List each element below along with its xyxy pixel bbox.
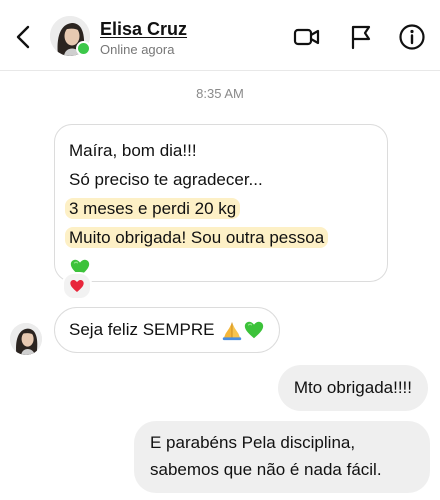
message-text: Mto obrigada!!!! bbox=[293, 378, 412, 397]
message-line: Maíra, bom dia!!! bbox=[69, 141, 197, 160]
chat-header: Elisa Cruz Online agora bbox=[0, 0, 440, 71]
folded-hands-icon bbox=[222, 322, 241, 341]
flag-icon[interactable] bbox=[346, 22, 376, 52]
sent-message-bubble[interactable]: E parabéns Pela disciplina, sabemos que … bbox=[134, 421, 430, 493]
red-heart-icon bbox=[70, 280, 84, 292]
contact-name[interactable]: Elisa Cruz bbox=[100, 19, 187, 40]
received-message-bubble[interactable]: Seja feliz SEMPRE bbox=[54, 307, 280, 353]
chevron-left-icon[interactable] bbox=[10, 22, 36, 52]
contact-avatar[interactable] bbox=[50, 16, 91, 56]
avatar-photo bbox=[10, 323, 42, 355]
info-icon[interactable] bbox=[397, 22, 427, 52]
highlighted-text: Muito obrigada! Sou outra pessoa bbox=[65, 227, 329, 248]
sender-avatar[interactable] bbox=[10, 323, 42, 355]
received-message-bubble[interactable]: Maíra, bom dia!!! Só preciso te agradece… bbox=[54, 124, 388, 282]
message-text: Seja feliz SEMPRE bbox=[69, 320, 215, 339]
message-line: Só preciso te agradecer... bbox=[69, 170, 263, 189]
message-timestamp: 8:35 AM bbox=[196, 86, 244, 101]
video-camera-icon[interactable] bbox=[292, 22, 322, 52]
contact-status: Online agora bbox=[100, 42, 175, 57]
reaction-badge[interactable] bbox=[62, 272, 92, 300]
online-indicator bbox=[76, 41, 91, 56]
message-line: sabemos que não é nada fácil. bbox=[150, 460, 382, 479]
message-line: E parabéns Pela disciplina, bbox=[150, 433, 356, 452]
highlighted-text: 3 meses e perdi 20 kg bbox=[65, 198, 241, 219]
sent-message-bubble[interactable]: Mto obrigada!!!! bbox=[277, 365, 428, 411]
green-heart-icon bbox=[244, 321, 263, 339]
